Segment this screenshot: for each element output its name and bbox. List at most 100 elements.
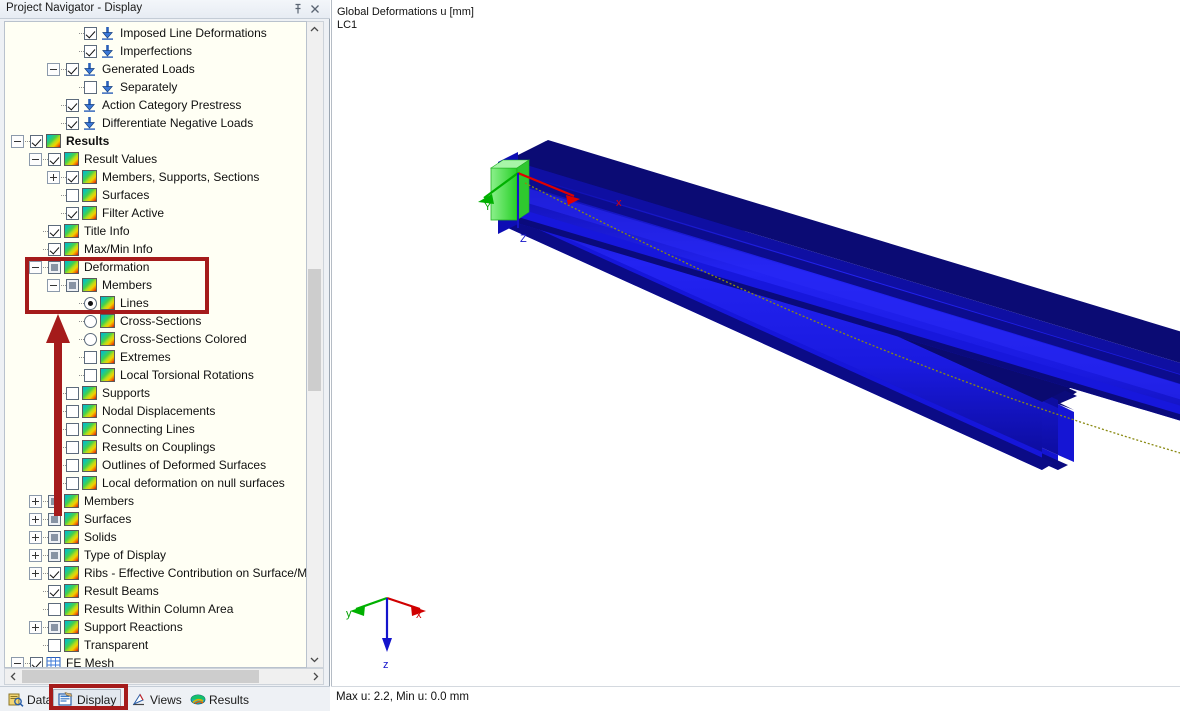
checkbox-solids[interactable] [48,531,61,544]
tree-item-results-within-column-area[interactable]: Results Within Column Area [5,600,307,618]
tab-data[interactable]: Data [4,689,56,710]
tree-vertical-scrollbar[interactable] [307,21,324,668]
checkbox-supports[interactable] [66,387,79,400]
tree-item-solids[interactable]: Solids [5,528,307,546]
tree-item-action-category-prestress[interactable]: Action Category Prestress [5,96,307,114]
tree-item-ribs-effective-contribution[interactable]: Ribs - Effective Contribution on Surface… [5,564,307,582]
tree-item-results-on-couplings[interactable]: Results on Couplings [5,438,307,456]
radio-lines[interactable] [84,297,97,310]
tree-item-imperfections[interactable]: Imperfections [5,42,307,60]
checkbox-connecting-lines[interactable] [66,423,79,436]
scroll-left-arrow-icon[interactable] [5,669,21,684]
scroll-down-arrow-icon[interactable] [307,652,322,667]
display-tree[interactable]: Imposed Line DeformationsImperfectionsGe… [4,21,307,668]
checkbox-imposed-line-deformations[interactable] [84,27,97,40]
tree-item-deformation-members[interactable]: Members [5,276,307,294]
checkbox-outlines-of-deformed-surfaces[interactable] [66,459,79,472]
checkbox-members-supports-sections[interactable] [66,171,79,184]
tree-item-result-values[interactable]: Result Values [5,150,307,168]
checkbox-support-reactions[interactable] [48,621,61,634]
checkbox-max-min-info[interactable] [48,243,61,256]
tree-item-supports[interactable]: Supports [5,384,307,402]
checkbox-result-values[interactable] [48,153,61,166]
tree-item-fe-mesh[interactable]: FE Mesh [5,654,307,668]
checkbox-members[interactable] [48,495,61,508]
checkbox-results-on-couplings[interactable] [66,441,79,454]
tree-item-type-of-display[interactable]: Type of Display [5,546,307,564]
checkbox-local-deformation-on-null-surfaces[interactable] [66,477,79,490]
tab-views[interactable]: Views [127,689,186,710]
expand-icon[interactable] [29,495,42,508]
tree-item-surfaces[interactable]: Surfaces [5,510,307,528]
tree-item-lines[interactable]: Lines [5,294,307,312]
checkbox-fe-mesh[interactable] [30,657,43,669]
tree-item-local-deformation-on-null-surfaces[interactable]: Local deformation on null surfaces [5,474,307,492]
checkbox-results-within-column-area[interactable] [48,603,61,616]
checkbox-results[interactable] [30,135,43,148]
tree-item-results[interactable]: Results [5,132,307,150]
expand-icon[interactable] [29,531,42,544]
checkbox-local-torsional-rotations[interactable] [84,369,97,382]
tree-item-surfaces-rv[interactable]: Surfaces [5,186,307,204]
tree-item-transparent[interactable]: Transparent [5,636,307,654]
tree-item-imposed-line-deformations[interactable]: Imposed Line Deformations [5,24,307,42]
tree-item-local-torsional-rotations[interactable]: Local Torsional Rotations [5,366,307,384]
tree-item-members[interactable]: Members [5,492,307,510]
checkbox-result-beams[interactable] [48,585,61,598]
checkbox-title-info[interactable] [48,225,61,238]
checkbox-nodal-displacements[interactable] [66,405,79,418]
checkbox-imperfections[interactable] [84,45,97,58]
collapse-icon[interactable] [47,279,60,292]
expand-icon[interactable] [47,171,60,184]
tree-item-generated-loads[interactable]: Generated Loads [5,60,307,78]
collapse-icon[interactable] [47,63,60,76]
scrollbar-thumb-horizontal[interactable] [22,670,259,683]
tree-item-outlines-of-deformed-surfaces[interactable]: Outlines of Deformed Surfaces [5,456,307,474]
checkbox-generated-loads[interactable] [66,63,79,76]
tree-item-result-beams[interactable]: Result Beams [5,582,307,600]
checkbox-separately[interactable] [84,81,97,94]
scrollbar-thumb[interactable] [308,269,321,391]
checkbox-deformation[interactable] [48,261,61,274]
scroll-up-arrow-icon[interactable] [307,22,322,37]
tree-item-nodal-displacements[interactable]: Nodal Displacements [5,402,307,420]
tree-horizontal-scrollbar[interactable] [4,668,324,685]
checkbox-differentiate-negative-loads[interactable] [66,117,79,130]
pin-icon[interactable] [291,2,305,16]
tree-item-cross-sections[interactable]: Cross-Sections [5,312,307,330]
tree-item-max-min-info[interactable]: Max/Min Info [5,240,307,258]
tree-item-filter-active[interactable]: Filter Active [5,204,307,222]
expand-icon[interactable] [29,513,42,526]
checkbox-ribs-effective-contribution[interactable] [48,567,61,580]
checkbox-filter-active[interactable] [66,207,79,220]
collapse-icon[interactable] [29,261,42,274]
expand-icon[interactable] [29,549,42,562]
graphics-viewport[interactable]: Global Deformations u [mm]LC1 [331,0,1180,686]
tree-item-extremes[interactable]: Extremes [5,348,307,366]
radio-cross-sections-colored[interactable] [84,333,97,346]
collapse-icon[interactable] [29,153,42,166]
collapse-icon[interactable] [11,135,24,148]
tree-item-separately[interactable]: Separately [5,78,307,96]
checkbox-type-of-display[interactable] [48,549,61,562]
close-icon[interactable] [308,2,322,16]
tree-item-deformation[interactable]: Deformation [5,258,307,276]
scroll-right-arrow-icon[interactable] [307,669,323,684]
checkbox-action-category-prestress[interactable] [66,99,79,112]
expand-icon[interactable] [29,621,42,634]
radio-cross-sections[interactable] [84,315,97,328]
checkbox-extremes[interactable] [84,351,97,364]
tab-display[interactable]: Display [53,689,121,710]
tree-item-cross-sections-colored[interactable]: Cross-Sections Colored [5,330,307,348]
expand-icon[interactable] [29,567,42,580]
tree-item-support-reactions[interactable]: Support Reactions [5,618,307,636]
checkbox-deformation-members[interactable] [66,279,79,292]
tab-results[interactable]: Results [186,689,253,710]
checkbox-surfaces[interactable] [48,513,61,526]
tree-item-connecting-lines[interactable]: Connecting Lines [5,420,307,438]
tree-item-differentiate-negative-loads[interactable]: Differentiate Negative Loads [5,114,307,132]
tree-item-members-supports-sections[interactable]: Members, Supports, Sections [5,168,307,186]
tree-item-title-info[interactable]: Title Info [5,222,307,240]
collapse-icon[interactable] [11,657,24,669]
checkbox-surfaces-rv[interactable] [66,189,79,202]
